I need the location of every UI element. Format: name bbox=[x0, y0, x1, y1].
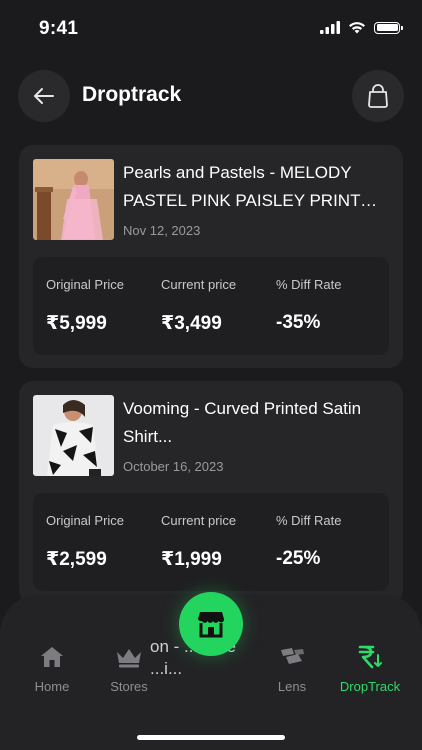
current-price-label: Current price bbox=[161, 513, 237, 528]
status-time: 9:41 bbox=[39, 18, 79, 39]
signal-icon bbox=[320, 21, 340, 34]
cart-button[interactable] bbox=[352, 70, 404, 122]
original-price-label: Original Price bbox=[46, 277, 125, 292]
diff-rate-value: -35% bbox=[276, 312, 321, 333]
product-card[interactable]: Vooming - Curved Printed Satin Shirt... … bbox=[19, 381, 403, 604]
current-price-value: ₹1,999 bbox=[161, 549, 222, 570]
product-image bbox=[33, 159, 114, 240]
original-price-label: Original Price bbox=[46, 513, 125, 528]
product-date: Nov 12, 2023 bbox=[123, 223, 201, 238]
status-bar: 9:41 bbox=[0, 0, 422, 56]
nav-droptrack-label: DropTrack bbox=[339, 679, 401, 694]
back-button[interactable] bbox=[18, 70, 70, 122]
nav-stores[interactable]: Stores bbox=[89, 644, 169, 694]
home-indicator bbox=[137, 735, 285, 740]
page-title: Droptrack bbox=[82, 83, 182, 106]
nav-home-label: Home bbox=[34, 679, 70, 694]
price-summary: Original Price ₹5,999 Current price ₹3,4… bbox=[33, 257, 389, 355]
current-price-label: Current price bbox=[161, 277, 237, 292]
rupee-down-icon bbox=[358, 645, 382, 669]
diff-rate-label: % Diff Rate bbox=[276, 277, 342, 292]
nav-home[interactable]: Home bbox=[12, 644, 92, 694]
header: Droptrack bbox=[0, 70, 422, 124]
shopping-bag-icon bbox=[368, 84, 388, 108]
nav-lens-label: Lens bbox=[277, 679, 307, 694]
home-icon bbox=[41, 647, 63, 667]
crown-icon bbox=[117, 649, 141, 668]
product-title: Vooming - Curved Printed Satin Shirt... bbox=[123, 399, 362, 446]
status-icons bbox=[320, 21, 403, 34]
price-summary: Original Price ₹2,599 Current price ₹1,9… bbox=[33, 493, 389, 591]
nav-stores-label: Stores bbox=[110, 679, 148, 694]
battery-icon bbox=[374, 21, 403, 34]
product-date: October 16, 2023 bbox=[123, 459, 224, 474]
diff-rate-value: -25% bbox=[276, 548, 321, 569]
nav-droptrack[interactable]: DropTrack bbox=[330, 644, 410, 694]
back-arrow-icon bbox=[34, 88, 54, 104]
storefront-icon bbox=[198, 612, 225, 638]
lens-icon bbox=[281, 648, 304, 664]
current-price-value: ₹3,499 bbox=[161, 313, 222, 334]
store-fab-button[interactable] bbox=[179, 592, 243, 656]
original-price-value: ₹2,599 bbox=[46, 549, 107, 570]
diff-rate-label: % Diff Rate bbox=[276, 513, 342, 528]
original-price-value: ₹5,999 bbox=[46, 313, 107, 334]
product-title: Pearls and Pastels - MELODY PASTEL PINK … bbox=[123, 163, 361, 210]
product-card[interactable]: Pearls and Pastels - MELODY PASTEL PINK … bbox=[19, 145, 403, 368]
nav-lens[interactable]: Lens bbox=[252, 644, 332, 694]
product-image bbox=[33, 395, 114, 476]
wifi-icon bbox=[349, 22, 365, 34]
